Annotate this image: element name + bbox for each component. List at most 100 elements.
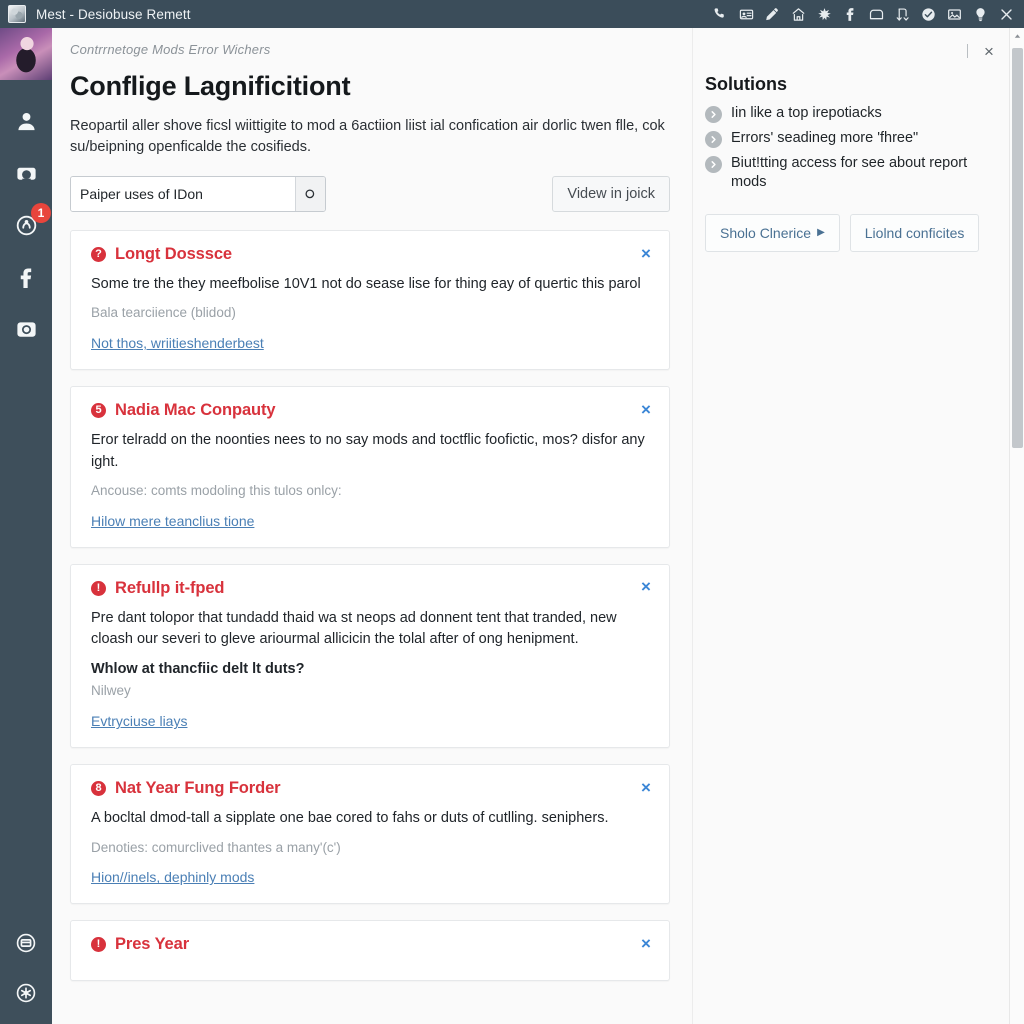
card-question: Whlow at thancfiic delt lt duts? — [91, 661, 305, 678]
solutions-panel: × Solutions Iin like a top irepotiacks E… — [692, 28, 1024, 1024]
solution-label: Iin like a top irepotiacks — [731, 105, 882, 121]
card-body: Some tre the they meefbolise 10V1 not do… — [91, 276, 641, 293]
solution-label: Biut!tting access for see about report m… — [731, 155, 968, 190]
rail-bottom-list — [13, 930, 39, 1024]
left-rail: 1 — [0, 28, 52, 1024]
panel-header: × — [705, 40, 1000, 62]
card-header: 8 Nat Year Fung Forder — [91, 779, 653, 798]
card-header: ! Refullp it-fped — [91, 579, 653, 598]
titlebar-icon-group — [712, 6, 1018, 22]
close-icon[interactable]: × — [637, 578, 655, 596]
card-subtext: Nilwey — [91, 683, 131, 699]
card-subtext: Bala tearciience (blidod) — [91, 305, 236, 321]
error-icon: 8 — [91, 781, 106, 797]
error-card: 5 Nadia Mac Conpauty × Eror telradd on t… — [70, 386, 670, 548]
search-input[interactable] — [71, 177, 295, 212]
pencil-icon[interactable] — [764, 6, 780, 22]
toolbar-row: Videw in joick — [70, 176, 670, 213]
id-card-icon[interactable] — [738, 6, 754, 22]
scrollbar-thumb[interactable] — [1011, 48, 1023, 448]
main-column: Contrrnetoge Mods Error Wichers Conflige… — [52, 28, 692, 1024]
notification-badge: 1 — [31, 203, 51, 223]
window-body: 1 Contrrnetoge Mods Error Wichers Confli… — [0, 28, 1024, 1024]
card-link[interactable]: Hion//inels, dephinly mods — [91, 869, 254, 885]
asterisk-icon[interactable] — [816, 6, 832, 22]
card-title: Refullp it-fped — [115, 578, 225, 597]
user-avatar[interactable] — [0, 28, 52, 80]
content-area: Contrrnetoge Mods Error Wichers Conflige… — [52, 28, 1024, 1024]
title-bar: Mest - Desiobuse Remett — [0, 0, 1024, 28]
liolnd-conficites-button[interactable]: Liolnd conficites — [849, 213, 980, 252]
bulb-icon[interactable] — [972, 6, 988, 22]
card-header: ? Longt Dosssce — [91, 245, 653, 264]
rail-item-printer[interactable] — [13, 160, 39, 186]
page-title: Conflige Lagnificitiont — [70, 71, 351, 101]
image-icon[interactable] — [946, 6, 962, 22]
close-icon[interactable]: × — [637, 778, 655, 796]
chevron-right-icon — [705, 156, 722, 173]
rail-item-settings[interactable] — [13, 980, 39, 1006]
card-link[interactable]: Not thos, wriitieshenderbest — [91, 335, 264, 351]
button-label: Sholo Clnerice — [720, 224, 812, 241]
caret-up-icon[interactable] — [1010, 28, 1024, 44]
view-in-joick-button[interactable]: Videw in joick — [552, 176, 670, 213]
error-card: ? Longt Dosssce × Some tre the they meef… — [70, 230, 670, 371]
panel-separator — [967, 44, 968, 58]
card-title: Longt Dosssce — [115, 245, 232, 264]
card-header: 5 Nadia Mac Conpauty — [91, 401, 653, 420]
show-clnerice-button[interactable]: Sholo Clnerice ▶ — [705, 213, 840, 252]
folder-icon[interactable] — [868, 6, 884, 22]
rail-item-camera[interactable] — [13, 316, 39, 342]
search-box[interactable] — [70, 176, 326, 213]
solutions-title: Solutions — [705, 74, 787, 94]
page-description: Reopartil aller shove ficsl wiittigite t… — [70, 118, 665, 156]
check-circle-icon[interactable] — [920, 6, 936, 22]
solution-item[interactable]: Iin like a top irepotiacks — [705, 104, 1000, 123]
search-icon[interactable] — [295, 177, 325, 212]
scrollbar-track[interactable] — [1010, 44, 1024, 1024]
error-card: 8 Nat Year Fung Forder × A bocltal dmod-… — [70, 764, 670, 905]
card-body: Eror telradd on the noonties nees to no … — [91, 432, 645, 470]
error-card: ! Pres Year × — [70, 920, 670, 982]
app-window: Mest - Desiobuse Remett 1 Contrrnetoge M… — [0, 0, 1024, 1024]
close-icon[interactable]: × — [637, 244, 655, 262]
card-header: ! Pres Year — [91, 935, 653, 954]
rail-item-notifications[interactable]: 1 — [13, 203, 51, 238]
card-link[interactable]: Evtryciuse liays — [91, 713, 187, 729]
card-title: Nat Year Fung Forder — [115, 779, 281, 798]
window-title: Mest - Desiobuse Remett — [36, 6, 191, 22]
chevron-right-icon — [705, 131, 722, 148]
error-card-list: ? Longt Dosssce × Some tre the they meef… — [70, 230, 670, 982]
home-icon[interactable] — [790, 6, 806, 22]
app-icon — [8, 5, 26, 23]
anchor-icon[interactable] — [894, 6, 910, 22]
card-body: Pre dant tolopor that tundadd thaid wa s… — [91, 609, 617, 648]
error-card: ! Refullp it-fped × Pre dant tolopor tha… — [70, 563, 670, 749]
phone-icon[interactable] — [712, 6, 728, 22]
breadcrumb: Contrrnetoge Mods Error Wichers — [70, 42, 271, 57]
rail-item-facebook[interactable] — [13, 264, 39, 290]
error-icon: ! — [91, 937, 106, 953]
caret-right-icon: ▶ — [817, 226, 825, 238]
error-icon: 5 — [91, 403, 106, 419]
vertical-scrollbar[interactable] — [1009, 28, 1024, 1024]
error-icon: ? — [91, 247, 106, 263]
chevron-right-icon — [705, 106, 722, 123]
error-icon: ! — [91, 580, 106, 596]
facebook-icon[interactable] — [842, 6, 858, 22]
close-icon[interactable]: × — [980, 42, 998, 60]
solution-label: Errors' seadineg more 'fhree" — [731, 130, 919, 146]
card-body: A bocltal dmod-tall a sipplate one bae c… — [91, 810, 609, 827]
close-icon[interactable]: × — [637, 934, 655, 952]
solution-item[interactable]: Biut!tting access for see about report m… — [705, 154, 1000, 192]
solutions-list: Iin like a top irepotiacks Errors' seadi… — [705, 104, 1000, 192]
rail-icon-list: 1 — [13, 108, 51, 930]
rail-item-user[interactable] — [13, 108, 39, 134]
close-icon[interactable] — [998, 6, 1014, 22]
close-icon[interactable]: × — [637, 400, 655, 418]
solution-item[interactable]: Errors' seadineg more 'fhree" — [705, 129, 1000, 148]
card-subtext: Denoties: comurclived thantes a many'(c'… — [91, 839, 341, 855]
card-subtext: Ancouse: comts modoling this tulos onlcy… — [91, 482, 342, 498]
card-link[interactable]: Hilow mere teanclius tione — [91, 513, 254, 529]
rail-item-inbox[interactable] — [13, 930, 39, 956]
